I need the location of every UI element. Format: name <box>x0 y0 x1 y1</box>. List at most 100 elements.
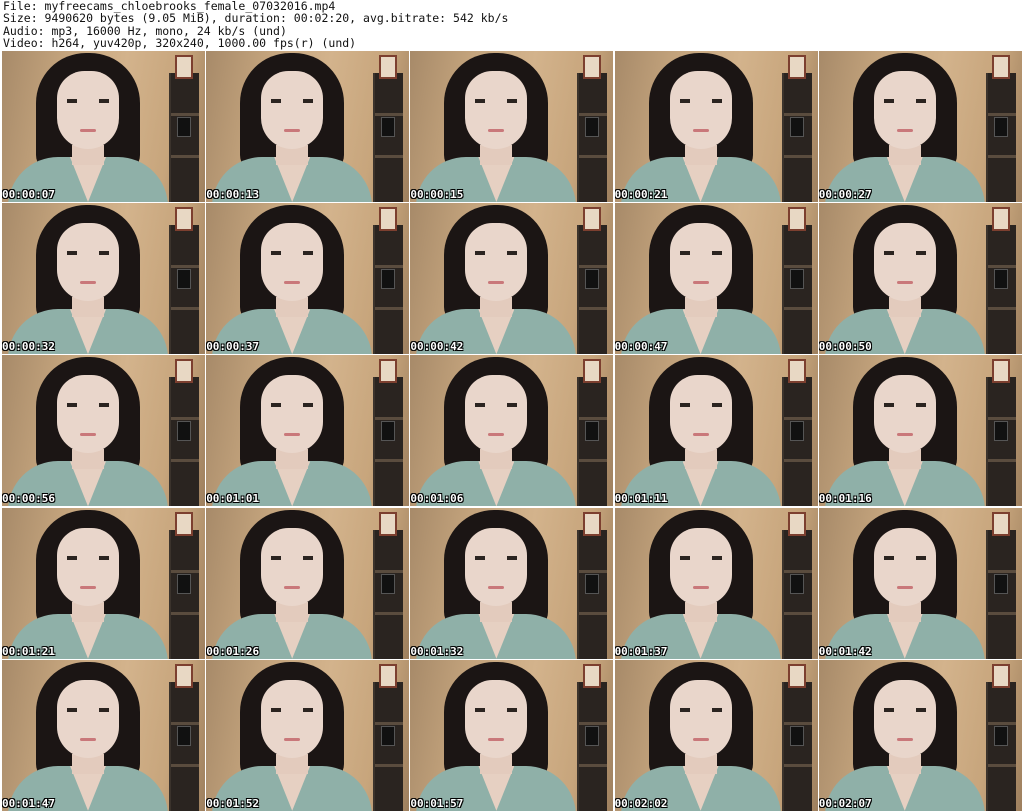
eyes <box>67 555 109 560</box>
face <box>669 223 732 302</box>
wall-picture <box>991 55 1010 79</box>
face <box>873 527 936 606</box>
monitor <box>177 269 191 290</box>
bookshelf <box>373 225 404 355</box>
face <box>261 527 324 606</box>
face <box>669 71 732 149</box>
wall-picture <box>175 663 193 688</box>
thumbnail-timestamp: 00:00:27 <box>818 188 872 201</box>
video-thumbnail: 00:00:15 <box>410 51 614 202</box>
eyes <box>883 555 926 560</box>
bookshelf <box>577 377 608 507</box>
thumbnail-timestamp: 00:01:21 <box>2 644 55 658</box>
face <box>57 223 119 302</box>
bookshelf <box>781 529 812 659</box>
wall-picture <box>583 663 602 688</box>
monitor <box>993 117 1008 137</box>
monitor <box>177 725 191 746</box>
wall-picture <box>583 511 602 536</box>
thumbnail-timestamp: 00:01:52 <box>206 796 260 810</box>
wall-picture <box>787 55 806 79</box>
video-thumbnail: 00:01:26 <box>206 507 410 659</box>
thumbnail-timestamp: 00:00:42 <box>410 340 464 354</box>
eyes <box>679 251 722 256</box>
wall-picture <box>175 359 193 384</box>
eyes <box>271 707 314 712</box>
eyes <box>67 251 109 256</box>
video-thumbnail: 00:00:56 <box>2 355 205 507</box>
mouth <box>896 585 913 589</box>
face <box>261 71 324 149</box>
video-thumbnail: 00:01:01 <box>206 355 410 507</box>
bookshelf <box>577 681 608 811</box>
face <box>465 375 528 454</box>
eyes <box>475 707 518 712</box>
thumbnail-timestamp: 00:00:21 <box>614 188 668 201</box>
video-thumbnail: 00:01:57 <box>410 659 614 811</box>
video-thumbnail: 00:01:11 <box>614 355 818 507</box>
thumbnail-timestamp: 00:00:47 <box>614 340 668 354</box>
face <box>669 375 732 454</box>
wall-picture <box>991 207 1010 232</box>
video-thumbnail: 00:01:37 <box>614 507 818 659</box>
face <box>669 527 732 606</box>
video-thumbnail: 00:00:42 <box>410 203 614 355</box>
wall-picture <box>379 511 398 536</box>
bookshelf <box>985 73 1016 202</box>
wall-picture <box>583 55 602 79</box>
mouth <box>692 433 709 437</box>
mouth <box>284 281 301 285</box>
eyes <box>679 555 722 560</box>
file-size-line: Size: 9490620 bytes (9.05 MiB), duration… <box>3 11 509 26</box>
monitor <box>993 573 1008 594</box>
face <box>873 679 936 758</box>
bookshelf <box>577 73 608 202</box>
wall-picture <box>787 663 806 688</box>
thumbnail-timestamp: 00:01:06 <box>410 492 464 506</box>
monitor <box>381 573 396 594</box>
wall-picture <box>991 511 1010 536</box>
monitor <box>993 421 1008 442</box>
face <box>465 679 528 758</box>
bookshelf <box>985 681 1016 811</box>
face <box>669 679 732 758</box>
wall-picture <box>379 663 398 688</box>
thumbnail-timestamp: 00:01:01 <box>206 492 260 506</box>
eyes <box>679 403 722 408</box>
bookshelf <box>169 73 199 202</box>
bookshelf <box>781 225 812 355</box>
monitor <box>381 269 396 290</box>
bookshelf <box>373 73 404 202</box>
video-thumbnail: 00:00:21 <box>614 51 818 202</box>
video-thumbnail: 00:01:32 <box>410 507 614 659</box>
eyes <box>883 707 926 712</box>
monitor <box>381 421 396 442</box>
video-thumbnail: 00:01:42 <box>818 507 1022 659</box>
mouth <box>284 433 301 437</box>
video-thumbnail: 00:01:16 <box>818 355 1022 507</box>
monitor <box>993 725 1008 746</box>
wall-picture <box>787 207 806 232</box>
monitor <box>789 269 804 290</box>
monitor <box>789 421 804 442</box>
bookshelf <box>781 73 812 202</box>
file-info-header: File: myfreecams_chloebrooks_female_0703… <box>3 0 1021 50</box>
bookshelf <box>169 529 199 659</box>
mouth <box>80 737 96 741</box>
thumbnail-timestamp: 00:01:57 <box>410 796 464 810</box>
eyes <box>475 403 518 408</box>
wall-picture <box>583 359 602 384</box>
wall-picture <box>175 207 193 232</box>
bookshelf <box>169 225 199 355</box>
mouth <box>692 129 709 132</box>
thumbnail-timestamp: 00:01:26 <box>206 644 260 658</box>
thumbnail-timestamp: 00:01:42 <box>818 644 872 658</box>
mouth <box>692 281 709 285</box>
video-thumbnail: 00:01:47 <box>2 659 205 811</box>
video-thumbnail: 00:02:02 <box>614 659 818 811</box>
mouth <box>488 737 505 741</box>
eyes <box>271 251 314 256</box>
mouth <box>692 585 709 589</box>
eyes <box>271 99 314 103</box>
monitor <box>789 573 804 594</box>
